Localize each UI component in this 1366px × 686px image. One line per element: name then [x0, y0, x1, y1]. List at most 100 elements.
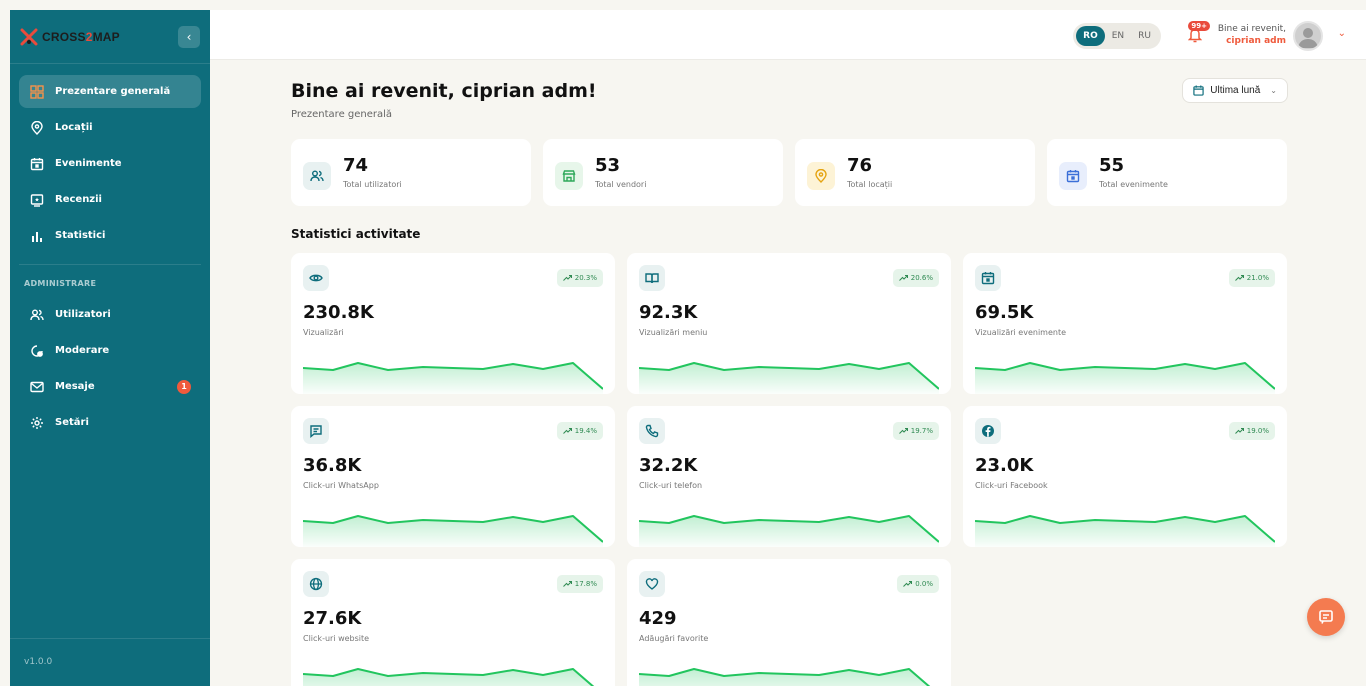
trend-up-icon [562, 581, 572, 587]
user-greeting: Bine ai revenit, ciprian adm [1218, 23, 1286, 47]
globe-icon [303, 571, 329, 597]
summary-value: 55 [1099, 155, 1125, 176]
sidebar-item-label: Statistici [55, 230, 106, 241]
period-label: Ultima lună [1210, 85, 1261, 96]
bar-chart-icon [29, 228, 45, 244]
chat-icon [1319, 610, 1333, 624]
sidebar-divider [19, 264, 201, 265]
trend-badge: 20.6% [892, 269, 939, 287]
trend-up-icon [1234, 428, 1244, 434]
trend-value: 19.0% [1246, 427, 1269, 435]
sidebar-item-label: Evenimente [55, 158, 122, 169]
activity-card-phone: 19.7% 32.2K Click-uri telefon [627, 406, 951, 547]
review-icon [29, 192, 45, 208]
trend-value: 21.0% [1246, 274, 1269, 282]
sparkline [639, 515, 939, 547]
chat-button[interactable] [1307, 598, 1345, 636]
trend-value: 0.0% [915, 580, 933, 588]
lang-ru-button[interactable]: RU [1131, 26, 1158, 46]
activity-value: 23.0K [975, 455, 1034, 476]
sparkline [303, 362, 603, 394]
activity-label: Click-uri telefon [639, 481, 703, 490]
trend-badge: 19.7% [892, 422, 939, 440]
activity-value: 230.8K [303, 302, 374, 323]
activity-value: 92.3K [639, 302, 698, 323]
sidebar-item-moderation[interactable]: Moderare [19, 334, 201, 367]
topbar: RO EN RU 99+ Bine ai revenit, ciprian ad… [210, 10, 1366, 60]
page-subtitle: Prezentare generală [291, 109, 393, 120]
summary-card-locations: 76 Total locații [795, 139, 1035, 206]
user-name: ciprian adm [1226, 36, 1286, 46]
activity-value: 36.8K [303, 455, 362, 476]
activity-label: Click-uri WhatsApp [303, 481, 379, 490]
language-switcher: RO EN RU [1073, 23, 1161, 49]
activity-card-views: 20.3% 230.8K Vizualizări [291, 253, 615, 394]
calendar-icon [1059, 161, 1087, 190]
grid-icon [29, 84, 45, 100]
avatar[interactable] [1293, 21, 1323, 51]
activity-value: 69.5K [975, 302, 1034, 323]
trend-badge: 19.0% [1228, 422, 1275, 440]
lang-en-button[interactable]: EN [1105, 26, 1131, 46]
sidebar-item-statistics[interactable]: Statistici [19, 219, 201, 252]
moderation-icon [29, 343, 45, 359]
period-select[interactable]: Ultima lună ⌄ [1182, 78, 1288, 103]
sidebar-item-reviews[interactable]: Recenzii [19, 183, 201, 216]
chevron-down-icon[interactable]: ⌄ [1338, 28, 1346, 39]
activity-value: 32.2K [639, 455, 698, 476]
sparkline [975, 515, 1275, 547]
sidebar-item-label: Locații [55, 122, 93, 133]
book-icon [639, 265, 665, 291]
trend-value: 19.4% [574, 427, 597, 435]
sidebar-item-label: Recenzii [55, 194, 102, 205]
brand: CROSS2MAP ‹ [10, 10, 210, 64]
sidebar-item-users[interactable]: Utilizatori [19, 298, 201, 331]
summary-label: Total locații [847, 180, 893, 189]
trend-value: 20.6% [910, 274, 933, 282]
trend-badge: 17.8% [556, 575, 603, 593]
activity-label: Vizualizări [303, 328, 344, 337]
activity-label: Vizualizări meniu [639, 328, 708, 337]
activity-label: Click-uri Facebook [975, 481, 1048, 490]
activity-card-event-views: 21.0% 69.5K Vizualizări evenimente [963, 253, 1287, 394]
activity-label: Adăugări favorite [639, 634, 709, 643]
activity-label: Click-uri website [303, 634, 370, 643]
trend-up-icon [898, 275, 908, 281]
collapse-sidebar-button[interactable]: ‹ [178, 25, 200, 48]
sidebar-item-label: Prezentare generală [55, 86, 171, 97]
sidebar-item-locations[interactable]: Locații [19, 111, 201, 144]
users-icon [29, 307, 45, 323]
sidebar-nav: Prezentare generală Locații Evenimente R… [10, 64, 210, 439]
trend-badge: 21.0% [1228, 269, 1275, 287]
activity-card-favorites: 0.0% 429 Adăugări favorite [627, 559, 951, 686]
notifications-badge: 99+ [1188, 21, 1210, 31]
calendar-icon [1193, 85, 1204, 96]
sidebar: CROSS2MAP ‹ Prezentare generală Locații … [10, 10, 210, 686]
page-title: Bine ai revenit, ciprian adm! [291, 80, 597, 102]
trend-badge: 20.3% [556, 269, 603, 287]
sidebar-item-events[interactable]: Evenimente [19, 147, 201, 180]
brand-name: CROSS2MAP [42, 29, 120, 44]
sparkline [639, 362, 939, 394]
trend-value: 19.7% [910, 427, 933, 435]
sparkline [303, 668, 595, 686]
activity-card-facebook: 19.0% 23.0K Click-uri Facebook [963, 406, 1287, 547]
trend-up-icon [562, 275, 572, 281]
trend-up-icon [898, 428, 908, 434]
sidebar-item-label: Moderare [55, 345, 110, 356]
chevron-down-icon: ⌄ [1270, 86, 1277, 95]
lang-ro-button[interactable]: RO [1076, 26, 1105, 46]
summary-value: 53 [595, 155, 621, 176]
mail-icon [29, 379, 45, 395]
summary-cards: 74 Total utilizatori 53 Total vendori 76 To… [291, 139, 1288, 206]
notifications-button[interactable]: 99+ [1184, 21, 1210, 46]
sidebar-item-overview[interactable]: Prezentare generală [19, 75, 201, 108]
sidebar-item-messages[interactable]: Mesaje 1 [19, 370, 201, 403]
summary-value: 74 [343, 155, 369, 176]
trend-up-icon [903, 581, 913, 587]
activity-label: Vizualizări evenimente [975, 328, 1067, 337]
main-content: Bine ai revenit, ciprian adm! Prezentare… [291, 60, 1288, 686]
activity-card-whatsapp: 19.4% 36.8K Click-uri WhatsApp [291, 406, 615, 547]
sidebar-item-settings[interactable]: Setări [19, 406, 201, 439]
sidebar-item-label: Utilizatori [55, 309, 111, 320]
